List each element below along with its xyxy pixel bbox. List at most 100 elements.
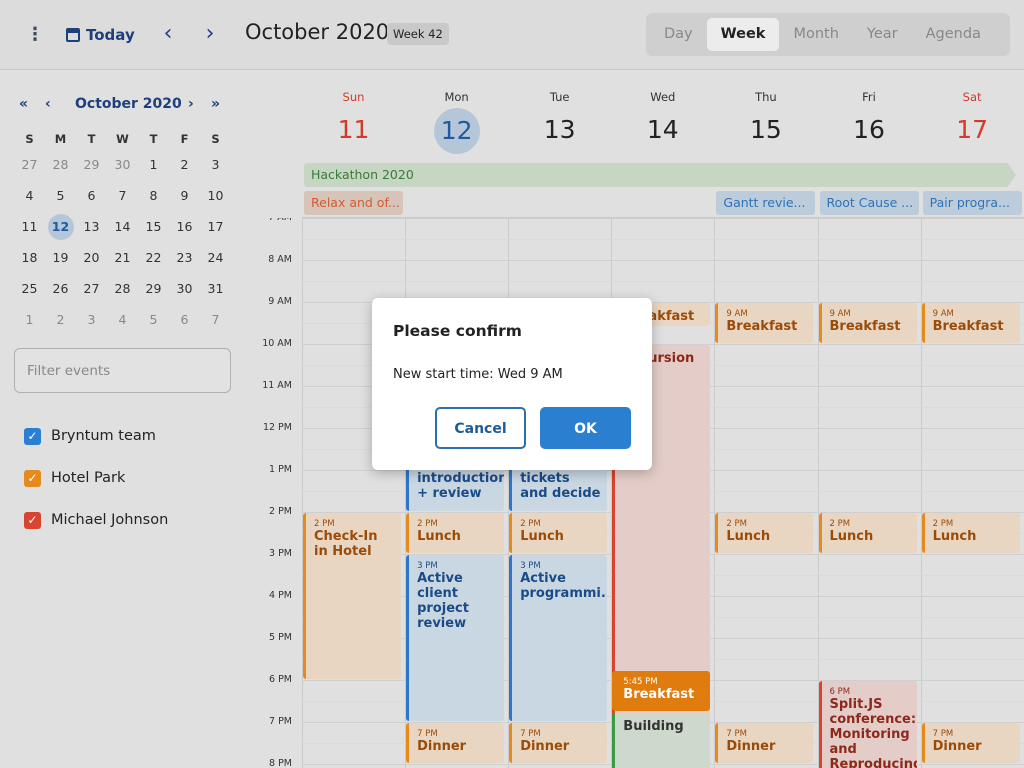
mini-calendar-day[interactable]: 11 — [14, 219, 45, 234]
all-day-event[interactable]: Relax and of... — [304, 191, 404, 215]
mini-calendar-day[interactable]: 16 — [169, 219, 200, 234]
mini-calendar-day[interactable]: 2 — [45, 312, 76, 327]
mini-calendar-day[interactable]: 18 — [14, 250, 45, 265]
calendar-event[interactable]: 3 PM Active client project review — [406, 555, 505, 721]
calendar-event[interactable]: 2 PM Lunch — [921, 513, 1020, 553]
calendar-filter-item[interactable]: ✓ Hotel Park — [24, 457, 168, 499]
mini-calendar-day[interactable]: 4 — [14, 188, 45, 203]
calendar-event[interactable]: 3 PM Active programmi... — [509, 555, 608, 721]
mini-calendar-day[interactable]: 25 — [14, 281, 45, 296]
mini-calendar-day[interactable]: 3 — [76, 312, 107, 327]
all-day-event[interactable]: Pair progra... — [922, 191, 1022, 215]
view-week-button[interactable]: Week — [706, 18, 780, 51]
filter-events-input[interactable] — [14, 348, 231, 393]
checkbox-icon[interactable]: ✓ — [24, 511, 41, 529]
mini-calendar-day[interactable]: 29 — [76, 157, 107, 172]
mini-calendar-day[interactable]: 30 — [169, 281, 200, 296]
previous-month-icon[interactable]: ‹ — [45, 93, 51, 115]
next-month-icon[interactable]: › — [188, 93, 194, 115]
mini-calendar-day[interactable]: 27 — [14, 157, 45, 172]
mini-calendar-day[interactable]: 28 — [107, 281, 138, 296]
calendar-event[interactable]: 7 PM Dinner — [715, 723, 814, 763]
calendar-event[interactable]: 7 PM Dinner — [509, 723, 608, 763]
event-time: 2 PM — [314, 519, 335, 529]
day-header-thu[interactable]: Thu 15 — [714, 71, 817, 163]
time-label: 5 PM — [269, 632, 292, 643]
calendar-event[interactable]: 5:45 PM Breakfast — [612, 670, 711, 711]
view-month-button[interactable]: Month — [779, 18, 852, 51]
view-year-button[interactable]: Year — [853, 18, 912, 51]
mini-calendar-day[interactable]: 20 — [76, 250, 107, 265]
calendar-event[interactable]: 9 AM Breakfast — [921, 303, 1020, 343]
calendar-filter-item[interactable]: ✓ Bryntum team — [24, 415, 168, 457]
ok-button[interactable]: OK — [540, 407, 631, 449]
calendar-event[interactable]: 2 PM Lunch — [715, 513, 814, 553]
mini-calendar-day[interactable]: 30 — [107, 157, 138, 172]
cancel-button[interactable]: Cancel — [435, 407, 526, 449]
mini-calendar-day[interactable]: 19 — [45, 250, 76, 265]
mini-calendar-day[interactable]: 31 — [200, 281, 231, 296]
calendar-event[interactable]: 7 PM Dinner — [406, 723, 505, 763]
day-number: 13 — [508, 115, 611, 144]
view-agenda-button[interactable]: Agenda — [912, 18, 995, 51]
mini-calendar-day[interactable]: 12 — [45, 213, 76, 240]
mini-calendar-day[interactable]: 23 — [169, 250, 200, 265]
calendar-event[interactable]: 6 PM Split.JS conference: Monitoring and … — [818, 681, 917, 768]
previous-year-icon[interactable]: « — [19, 93, 28, 115]
mini-calendar-day[interactable]: 7 — [200, 312, 231, 327]
all-day-event[interactable]: Hackathon 2020 — [304, 163, 1016, 187]
mini-calendar-day[interactable]: 13 — [76, 219, 107, 234]
mini-calendar-day[interactable]: 6 — [76, 188, 107, 203]
next-week-button[interactable]: › — [198, 20, 222, 50]
mini-calendar-day[interactable]: 21 — [107, 250, 138, 265]
calendar-event[interactable]: 7 PM Dinner — [921, 723, 1020, 763]
calendar-event[interactable]: 2 PM Lunch — [509, 513, 608, 553]
mini-calendar-day[interactable]: 17 — [200, 219, 231, 234]
mini-calendar-day[interactable]: 26 — [45, 281, 76, 296]
calendar-event[interactable]: 2 PM Lunch — [818, 513, 917, 553]
mini-calendar-day[interactable]: 7 — [107, 188, 138, 203]
mini-calendar-day[interactable]: 1 — [14, 312, 45, 327]
mini-calendar-day[interactable]: 24 — [200, 250, 231, 265]
view-day-button[interactable]: Day — [650, 18, 707, 51]
mini-calendar-day[interactable]: 14 — [107, 219, 138, 234]
mini-calendar-day[interactable]: 5 — [45, 188, 76, 203]
mini-calendar-day[interactable]: 28 — [45, 157, 76, 172]
event-time: 6 PM — [829, 687, 851, 697]
day-header-sat[interactable]: Sat 17 — [921, 71, 1024, 163]
calendar-event[interactable]: 9 AM Breakfast — [715, 303, 814, 343]
calendar-event[interactable]: Building — [612, 712, 711, 768]
day-of-week-label: T — [87, 132, 96, 146]
mini-calendar-day[interactable]: 6 — [169, 312, 200, 327]
mini-calendar-day[interactable]: 29 — [138, 281, 169, 296]
day-header-wed[interactable]: Wed 14 — [611, 71, 714, 163]
mini-calendar-day[interactable]: 27 — [76, 281, 107, 296]
calendar-event[interactable]: 2 PM Lunch — [406, 513, 505, 553]
day-header-mon[interactable]: Mon 12 — [405, 71, 508, 163]
mini-calendar-day[interactable]: 1 — [138, 157, 169, 172]
day-header-tue[interactable]: Tue 13 — [508, 71, 611, 163]
day-header-fri[interactable]: Fri 16 — [818, 71, 921, 163]
checkbox-icon[interactable]: ✓ — [24, 427, 41, 445]
today-button[interactable]: Today — [66, 20, 135, 50]
mini-calendar-day[interactable]: 22 — [138, 250, 169, 265]
mini-calendar-day[interactable]: 2 — [169, 157, 200, 172]
calendar-event[interactable]: 2 PM Check-In in Hotel — [303, 513, 402, 679]
all-day-event[interactable]: Root Cause ... — [819, 191, 919, 215]
calendar-event[interactable]: 9 AM Breakfast — [818, 303, 917, 343]
vertical-dots-icon[interactable]: ⋮ — [24, 22, 46, 48]
day-header-sun[interactable]: Sun 11 — [302, 71, 405, 163]
all-day-event[interactable]: Gantt revie... — [716, 191, 816, 215]
checkbox-icon[interactable]: ✓ — [24, 469, 41, 487]
mini-calendar-day[interactable]: 8 — [138, 188, 169, 203]
calendar-filter-item[interactable]: ✓ Michael Johnson — [24, 499, 168, 541]
mini-calendar-day[interactable]: 9 — [169, 188, 200, 203]
next-year-icon[interactable]: » — [211, 93, 220, 115]
mini-calendar-day[interactable]: 15 — [138, 219, 169, 234]
mini-calendar-day[interactable]: 3 — [200, 157, 231, 172]
mini-calendar-day[interactable]: 5 — [138, 312, 169, 327]
mini-calendar-day[interactable]: 10 — [200, 188, 231, 203]
previous-week-button[interactable]: ‹ — [156, 20, 180, 50]
mini-calendar-day[interactable]: 4 — [107, 312, 138, 327]
event-name: Lunch — [932, 529, 977, 544]
